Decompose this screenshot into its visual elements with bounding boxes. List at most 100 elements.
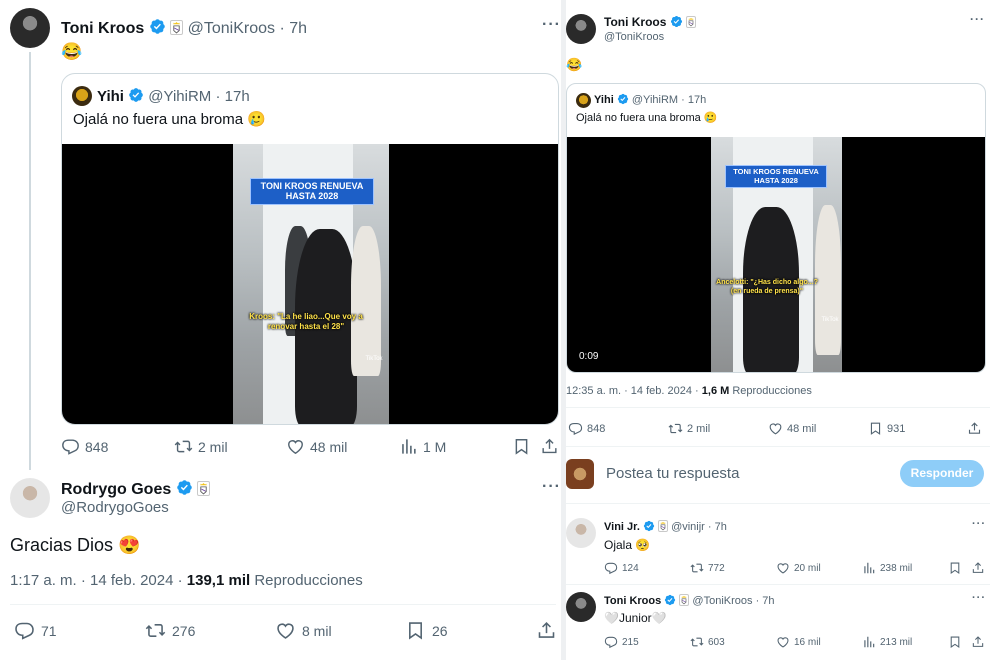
retweet-icon [690,561,704,575]
retweet-icon [174,437,193,456]
quote-text: Ojalá no fuera una broma 🥲 [73,111,266,128]
tweet-header: Toni Kroos [604,15,697,29]
quoted-tweet[interactable]: Yihi @YihiRM · 17h Ojalá no fuera una br… [61,73,559,425]
quote-text: Ojalá no fuera una broma 🥲 [576,112,718,124]
reply-icon [568,421,583,436]
author-name[interactable]: Toni Kroos [604,15,666,29]
reply-time[interactable]: · 7h [756,595,775,607]
tweet-text: 😂 [61,42,83,61]
reply-time[interactable]: · 7h [708,521,727,533]
share-button[interactable] [540,437,559,456]
view-label: Reproducciones [254,572,363,589]
more-icon[interactable]: ··· [542,478,560,496]
tweet-timestamp[interactable]: 1:17 a. m. · 14 feb. 2024 · [10,572,183,589]
retweet-button[interactable]: 2 mil [668,421,710,436]
author-handle[interactable]: @ToniKroos [604,31,664,43]
reply-button[interactable]: 848 [61,437,108,456]
separator [566,446,990,447]
reply-button[interactable]: 848 [568,421,605,436]
author-name[interactable]: Toni Kroos [61,20,144,37]
views-button[interactable]: 1 M [399,437,446,456]
like-button[interactable]: 20 mil [776,561,821,575]
tweet-text: 😂 [566,57,583,72]
toni-kroos-avatar[interactable] [10,8,50,48]
retweet-button[interactable]: 276 [145,620,195,641]
user-avatar [566,459,594,489]
more-icon[interactable]: ··· [970,12,985,26]
author-name[interactable]: Rodrygo Goes [61,481,171,498]
views-icon [862,635,876,649]
bookmark-button[interactable] [512,437,531,456]
reply-text: Ojala 🥺 [604,538,651,552]
author-name[interactable]: Vini Jr. [604,521,640,533]
vini-jr-avatar[interactable] [566,518,596,548]
views-button[interactable]: 238 mil [862,561,912,575]
tweet-timestamp[interactable]: 12:35 a. m. · 14 feb. 2024 · [566,385,699,397]
author-handle[interactable]: @vinijr [671,521,705,533]
video-player[interactable]: TONI KROOS RENUEVA HASTA 2028 Kroos: "La… [62,144,558,424]
tiktok-watermark: TikTok [365,356,383,362]
quote-time: · 17h [215,88,250,105]
more-icon[interactable]: ··· [542,16,560,34]
retweet-icon [690,635,704,649]
reply-button[interactable]: 215 [604,635,639,649]
reply-button[interactable]: 71 [14,620,57,641]
retweet-button[interactable]: 772 [690,561,725,575]
retweet-button[interactable]: 2 mil [174,437,228,456]
quote-author-handle: @YihiRM [631,94,679,106]
bookmark-button[interactable] [948,635,962,649]
real-madrid-crest-icon [197,481,211,496]
separator [566,584,990,585]
reply-icon [14,620,35,641]
share-icon [971,635,985,649]
quote-time: · 17h [681,94,707,106]
like-button[interactable]: 48 mil [768,421,816,436]
yihi-avatar [576,93,591,108]
verified-badge-icon [128,87,144,103]
reply-submit-button[interactable]: Responder [900,460,984,487]
author-name[interactable]: Toni Kroos [604,595,661,607]
like-icon [768,421,783,436]
more-icon[interactable]: ··· [972,518,986,530]
reply-icon [604,561,618,575]
share-button[interactable] [971,635,985,649]
real-madrid-crest-icon [658,520,668,532]
tweet-meta: 1:17 a. m. · 14 feb. 2024 · 139,1 mil Re… [10,572,363,589]
like-button[interactable]: 8 mil [275,620,332,641]
video-frame: TONI KROOS RENUEVA HASTA 2028 Kroos: "La… [233,144,389,424]
like-icon [776,561,790,575]
quoted-tweet[interactable]: Yihi @YihiRM · 17h Ojalá no fuera una br… [566,83,986,373]
view-label: Reproducciones [732,385,812,397]
share-icon [536,620,557,641]
retweet-button[interactable]: 603 [690,635,725,649]
like-button[interactable]: 48 mil [286,437,347,456]
views-button[interactable]: 213 mil [862,635,912,649]
author-handle[interactable]: @ToniKroos [188,20,275,37]
reply-header: Vini Jr. @vinijr · 7h [604,520,727,533]
bookmark-button[interactable] [948,561,962,575]
share-button[interactable] [967,421,982,436]
tweet-time[interactable]: · 7h [279,20,307,37]
separator [10,604,556,605]
author-handle[interactable]: @ToniKroos [692,595,752,607]
views-icon [399,437,418,456]
toni-kroos-avatar[interactable] [566,14,596,44]
bookmark-button[interactable]: 26 [405,620,448,641]
view-count: 1,6 M [701,385,730,397]
like-button[interactable]: 16 mil [776,635,821,649]
author-handle[interactable]: @RodrygoGoes [61,499,169,516]
more-icon[interactable]: ··· [972,592,986,604]
like-icon [776,635,790,649]
reply-icon [604,635,618,649]
tweet-header: Toni Kroos @ToniKroos · 7h [61,18,307,38]
rodrygo-avatar[interactable] [10,478,50,518]
bookmark-button[interactable]: 931 [868,421,905,436]
share-button[interactable] [536,620,557,641]
video-player[interactable]: TONI KROOS RENUEVA HASTA 2028 Ancelotti:… [567,137,985,372]
reply-button[interactable]: 124 [604,561,639,575]
yihi-avatar [72,86,92,106]
toni-kroos-avatar[interactable] [566,592,596,622]
tweet-header: Rodrygo Goes [61,479,211,499]
reply-input[interactable]: Postea tu respuesta [606,465,739,482]
share-button[interactable] [971,561,985,575]
